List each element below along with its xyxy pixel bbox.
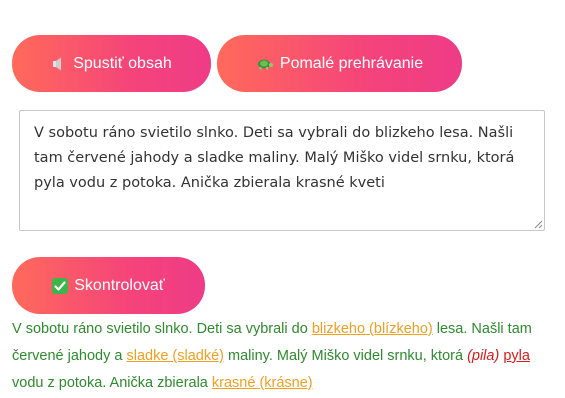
speaker-icon [51,56,67,72]
result-text: V sobotu ráno svietilo slnko. Deti sa vy… [12,321,312,337]
check-button[interactable]: Skontrolovať [12,257,205,314]
result-text: maliny. Malý Miško videl srnku, ktorá [223,348,468,364]
resize-grip-icon[interactable] [533,219,543,229]
error-word[interactable]: pyla [503,348,530,364]
slow-playback-label: Pomalé prehrávanie [279,54,424,72]
correct-form: (pila) [467,348,500,364]
check-result: V sobotu ráno svietilo slnko. Deti sa vy… [12,316,557,397]
error-suggestion[interactable]: blizkeho (blízkeho) [312,321,433,337]
check-mark-icon [52,277,69,294]
result-text: vodu z potoka. Anička zbierala [12,375,212,391]
error-suggestion[interactable]: sladke (sladké) [126,348,224,364]
error-suggestion[interactable]: krasné (krásne) [212,375,313,391]
check-label: Skontrolovať [74,276,165,294]
play-content-button[interactable]: Spustiť obsah [12,35,211,92]
play-content-label: Spustiť obsah [73,54,172,72]
turtle-icon [256,57,274,71]
text-input-area[interactable] [19,110,545,231]
slow-playback-button[interactable]: Pomalé prehrávanie [217,35,462,92]
